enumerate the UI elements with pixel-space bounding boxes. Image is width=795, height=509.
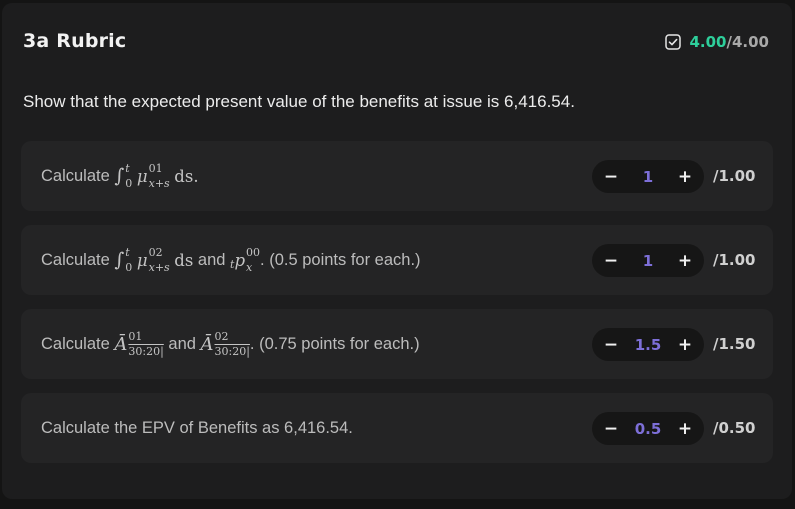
mu-subscript: x+s [148,261,170,274]
mu-superscript: 01 [148,162,163,175]
annuity-subscript-1: 30:20| [128,345,164,358]
integral-upper: t [125,246,130,259]
rubric-item-label: Calculate ∫ t0 μ 01 x+s ds. [41,141,199,211]
rubric-item-label: Calculate the EPV of Benefits as 6,416.5… [41,418,353,437]
p-superscript: 00 [246,246,261,259]
checkbox-checked-icon [665,34,682,50]
annuity-scripts-1: 01 30:20| [128,330,164,358]
rubric-item: Calculate ∫ t0 μ 01 x+s ds. − 1 + /1.00 [21,141,773,211]
p-prefix: t [230,257,235,271]
points-value[interactable]: 1 [626,252,670,270]
points-value[interactable]: 1 [626,168,670,186]
mu-scripts: 01 x+s [148,162,170,190]
annuity-symbol-2: Ā [200,333,214,355]
mu-scripts: 02 x+s [148,246,170,274]
annuity-scripts-2: 02 30:20| [214,330,250,358]
decrement-button[interactable]: − [596,419,626,439]
integral-upper: t [125,162,130,175]
mu-symbol: μ [136,250,148,270]
decrement-button[interactable]: − [596,335,626,355]
rubric-item-label: Calculate ∫ t0 μ 02 x+s ds and t p 00 x . … [41,225,421,295]
item-prefix: Calculate [41,166,110,185]
integral-lower: 0 [125,261,133,274]
item-prefix: Calculate [41,334,110,353]
points-value[interactable]: 0.5 [626,420,670,438]
p-subscript: x [246,261,253,274]
rubric-item-label: Calculate Ā 01 30:20| and Ā 02 30:20| . (0… [41,309,420,379]
increment-button[interactable]: + [670,167,700,187]
increment-button[interactable]: + [670,251,700,271]
rubric-title: 3a Rubric [23,30,127,52]
integral-symbol: ∫ [114,249,125,271]
mu-subscript: x+s [148,177,170,190]
points-max: /0.50 [713,419,756,437]
mu-symbol: μ [136,166,148,186]
rubric-card: 3a Rubric 4.00/4.00 Show that the expect… [2,3,792,499]
integral-symbol: ∫ [114,165,125,187]
points-value[interactable]: 1.5 [626,336,670,354]
rubric-item: Calculate the EPV of Benefits as 6,416.5… [21,393,773,463]
rubric-item: Calculate ∫ t0 μ 02 x+s ds and t p 00 x . … [21,225,773,295]
integral-lower: 0 [125,177,133,190]
integral-limits: t0 [125,246,133,274]
item-connector: and [168,334,196,353]
mu-superscript: 02 [148,246,163,259]
increment-button[interactable]: + [670,419,700,439]
annuity-superscript-2: 02 [214,330,229,343]
points-stepper: − 1.5 + [592,328,704,361]
points-stepper: − 1 + [592,160,704,193]
points-stepper: − 1 + [592,244,704,277]
ds-text: ds [174,166,194,186]
score-earned: 4.00 [689,33,727,51]
decrement-button[interactable]: − [596,167,626,187]
integral-limits: t0 [125,162,133,190]
annuity-superscript-1: 01 [128,330,143,343]
p-scripts: 00 x [246,246,261,274]
item-dot: . [193,166,199,186]
annuity-symbol-1: Ā [114,333,128,355]
points-max: /1.00 [713,167,756,185]
ds-text: ds [174,250,194,270]
rubric-item: Calculate Ā 01 30:20| and Ā 02 30:20| . (0… [21,309,773,379]
decrement-button[interactable]: − [596,251,626,271]
question-text: Show that the expected present value of … [23,92,575,111]
points-max: /1.00 [713,251,756,269]
total-score: 4.00/4.00 [665,33,769,51]
score-max: 4.00 [731,33,769,51]
item-connector: and [197,250,226,269]
p-symbol: p [234,250,246,270]
item-suffix: . (0.5 points for each.) [260,250,421,269]
item-suffix: . (0.75 points for each.) [249,334,420,353]
increment-button[interactable]: + [670,335,700,355]
points-stepper: − 0.5 + [592,412,704,445]
points-max: /1.50 [713,335,756,353]
item-prefix: Calculate [41,250,110,269]
annuity-subscript-2: 30:20| [214,345,250,358]
